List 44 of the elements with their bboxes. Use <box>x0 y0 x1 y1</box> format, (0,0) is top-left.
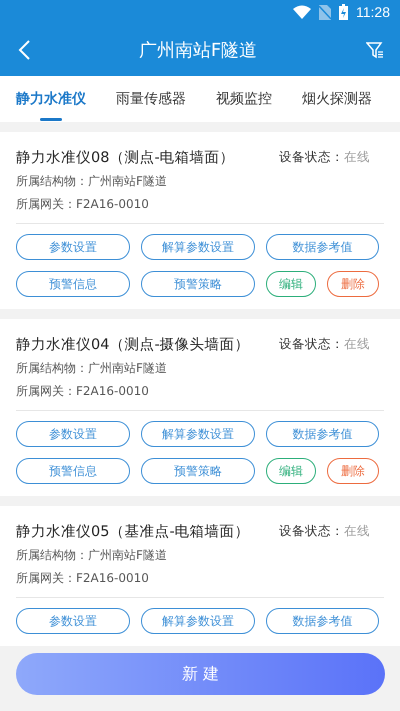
action-button[interactable]: 数据参考值 <box>266 234 379 260</box>
tab[interactable]: 静力水准仪 <box>16 76 86 122</box>
structure-text: 所属结构物：广州南站F隧道 <box>16 547 168 564</box>
action-button[interactable]: 参数设置 <box>16 608 130 634</box>
tab[interactable]: 视频监控 <box>216 76 272 122</box>
status-label: 设备状态： <box>279 523 344 538</box>
page-title: 广州南站F隧道 <box>138 39 258 62</box>
action-button[interactable]: 解算参数设置 <box>141 234 255 260</box>
device-name: 静力水准仪05（基准点-电箱墙面） <box>16 523 250 541</box>
gateway-text: 所属网关：F2A16-0010 <box>16 196 150 213</box>
action-button[interactable]: 预警策略 <box>141 458 255 484</box>
status-value: 在线 <box>344 523 370 538</box>
edit-button[interactable]: 编辑 <box>266 458 316 484</box>
action-button[interactable]: 预警信息 <box>16 271 130 297</box>
filter-icon[interactable] <box>366 41 384 59</box>
status-value: 在线 <box>344 336 370 351</box>
create-button[interactable]: 新 建 <box>16 653 385 695</box>
action-button[interactable]: 预警策略 <box>141 271 255 297</box>
structure-text: 所属结构物：广州南站F隧道 <box>16 173 168 190</box>
no-sim-icon <box>319 4 331 20</box>
status-time: 11:28 <box>356 4 390 20</box>
edit-button[interactable]: 编辑 <box>266 271 316 297</box>
structure-text: 所属结构物：广州南站F隧道 <box>16 360 168 377</box>
action-button[interactable]: 解算参数设置 <box>141 421 255 447</box>
gateway-text: 所属网关：F2A16-0010 <box>16 570 150 587</box>
back-icon[interactable] <box>18 40 30 60</box>
delete-button[interactable]: 删除 <box>327 458 379 484</box>
battery-icon <box>339 4 348 20</box>
status-label: 设备状态： <box>279 149 344 164</box>
tab[interactable]: 烟火探测器 <box>302 76 372 122</box>
status-label: 设备状态： <box>279 336 344 351</box>
action-button[interactable]: 数据参考值 <box>266 421 379 447</box>
device-name: 静力水准仪08（测点-电箱墙面） <box>16 149 235 167</box>
delete-button[interactable]: 删除 <box>327 271 379 297</box>
status-value: 在线 <box>344 149 370 164</box>
action-button[interactable]: 数据参考值 <box>266 608 379 634</box>
action-button[interactable]: 参数设置 <box>16 234 130 260</box>
gateway-text: 所属网关：F2A16-0010 <box>16 383 150 400</box>
action-button[interactable]: 参数设置 <box>16 421 130 447</box>
action-button[interactable]: 解算参数设置 <box>141 608 255 634</box>
device-name: 静力水准仪04（测点-摄像头墙面） <box>16 336 250 354</box>
tab[interactable]: 雨量传感器 <box>116 76 186 122</box>
wifi-icon <box>293 5 311 19</box>
action-button[interactable]: 预警信息 <box>16 458 130 484</box>
